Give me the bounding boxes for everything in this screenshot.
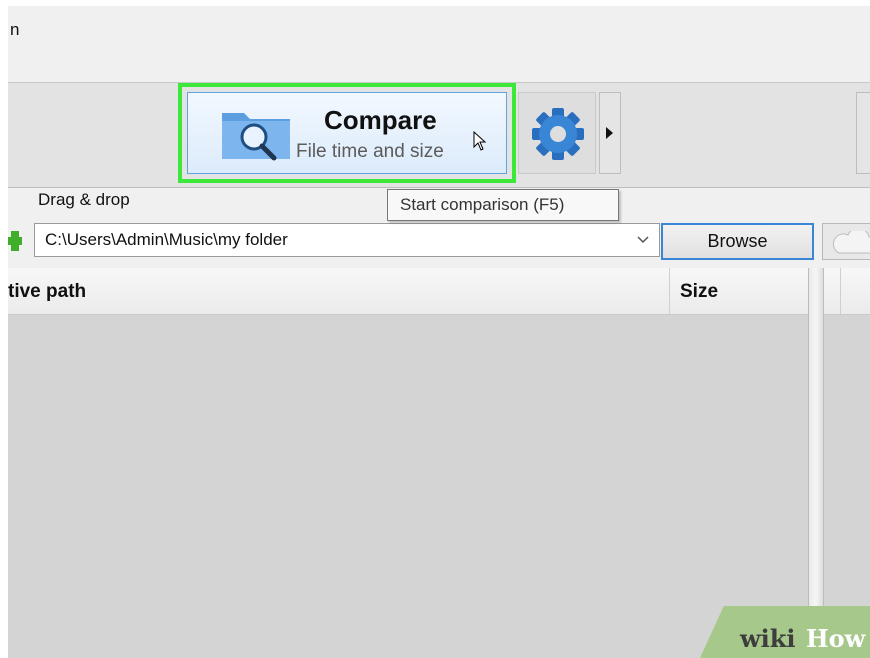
compare-title: Compare [324, 105, 437, 135]
add-folder-icon[interactable] [8, 226, 24, 256]
cloud-button[interactable] [822, 223, 870, 260]
toolbar: Compare File time and size [8, 82, 870, 188]
column-header-relative-path[interactable]: tive path [8, 281, 86, 303]
browse-button[interactable]: Browse [661, 223, 814, 260]
grid-header: tive path Size [8, 268, 808, 315]
compare-button[interactable]: Compare File time and size [187, 92, 507, 174]
pane-splitter[interactable] [808, 268, 824, 658]
column-header-size[interactable]: Size [680, 281, 718, 303]
right-grid-header [824, 268, 870, 315]
drag-drop-label: Drag & drop [38, 190, 130, 209]
compare-subtitle: File time and size [296, 141, 444, 162]
column-divider[interactable] [669, 268, 670, 314]
mouse-cursor-icon [473, 131, 487, 151]
file-grid: tive path Size [8, 268, 870, 658]
app-window: n Compare File time and size Drag & drop… [8, 6, 870, 658]
expand-toolbar-button[interactable] [599, 92, 621, 174]
gear-icon [532, 108, 584, 160]
settings-button[interactable] [518, 92, 596, 174]
compare-tooltip: Start comparison (F5) [387, 189, 619, 221]
toolbar-right-button[interactable] [856, 92, 870, 174]
triangle-right-icon [606, 127, 613, 139]
folder-path-value: C:\Users\Admin\Music\my folder [45, 230, 288, 249]
watermark-wiki-text: wiki [740, 624, 796, 653]
right-column-divider [840, 268, 841, 314]
window-title: n [10, 20, 20, 39]
watermark-how-text: How [806, 624, 866, 653]
folder-path-combobox[interactable]: C:\Users\Admin\Music\my folder [34, 223, 660, 257]
chevron-down-icon[interactable] [637, 235, 649, 245]
cloud-icon [832, 231, 870, 254]
folder-search-icon [222, 113, 290, 161]
